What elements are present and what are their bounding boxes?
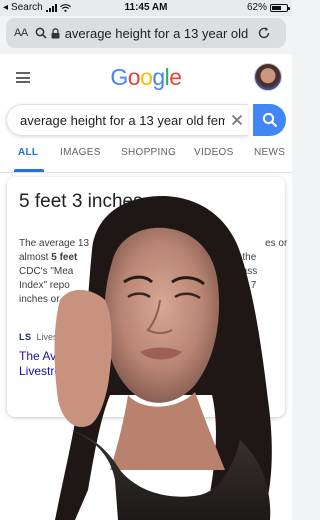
logo-letter: e — [169, 64, 182, 90]
snippet-text: The average 13 es or almost 5 feet the CDC… — [19, 237, 287, 307]
snippet-bold-answer: 5 feet — [51, 252, 78, 263]
snippet-line-3-start: CDC's "Mea — [19, 266, 74, 277]
account-avatar[interactable] — [254, 63, 282, 91]
snippet-line-2-end: the — [242, 252, 257, 263]
address-bar[interactable]: AA average height for a 13 year old — [6, 18, 286, 48]
result-title-line-2[interactable]: Livestron — [19, 364, 73, 379]
google-header: Google — [0, 54, 292, 102]
reader-view-button[interactable]: AA — [14, 27, 28, 39]
google-logo[interactable]: Google — [0, 64, 292, 91]
search-tabs: ALL IMAGES SHOPPING VIDEOS NEWS — [0, 144, 292, 173]
snippet-line-5-start: inches or a — [19, 294, 68, 305]
source-row: LS Livestr — [19, 332, 63, 342]
lock-icon — [51, 27, 60, 38]
snippet-line-1-start: The average 13 — [19, 238, 90, 249]
search-input[interactable]: average height for a 13 year old female — [20, 113, 225, 128]
tab-all[interactable]: ALL — [18, 147, 38, 158]
snippet-line-2-start: almost — [19, 252, 49, 263]
google-results-page: Google average height for a 13 year old … — [0, 54, 292, 520]
featured-answer: 5 feet 3 inches — [19, 191, 143, 212]
url-text[interactable]: average height for a 13 year old — [65, 26, 253, 41]
logo-letter: G — [110, 64, 128, 90]
search-button[interactable] — [253, 104, 286, 136]
result-title-line-1[interactable]: The Avera — [19, 349, 73, 364]
logo-letter: o — [140, 64, 153, 90]
magnifier-icon — [262, 112, 277, 128]
logo-letter: o — [127, 64, 141, 90]
tab-shopping[interactable]: SHOPPING — [121, 147, 176, 158]
snippet-line-1-end: es or — [265, 238, 288, 249]
logo-letter: g — [152, 64, 165, 90]
tab-videos[interactable]: VIDEOS — [194, 147, 234, 158]
featured-snippet-card: 5 feet 3 inches The average 13 es or almo… — [7, 177, 287, 417]
snippet-line-3-end: Mass — [233, 266, 258, 277]
tab-news[interactable]: NEWS — [254, 147, 285, 158]
battery-icon — [270, 3, 290, 12]
status-bar: ◂ Search 11:45 AM 62% — [0, 0, 292, 16]
clear-icon[interactable] — [231, 114, 243, 126]
result-title-link[interactable]: The Avera Livestron — [19, 349, 73, 379]
snippet-line-4-end: 63.7 — [236, 280, 257, 291]
reload-icon[interactable] — [257, 26, 271, 40]
active-tab-indicator — [14, 169, 44, 172]
snippet-line-4-start: Index" repo — [19, 280, 70, 291]
source-name: Livestr — [36, 332, 64, 342]
search-box[interactable]: average height for a 13 year old female — [6, 104, 248, 136]
livestrong-favicon-icon: LS — [19, 332, 32, 342]
search-icon — [35, 27, 47, 39]
tab-images[interactable]: IMAGES — [60, 147, 101, 158]
battery-percent: 62% — [246, 2, 267, 13]
